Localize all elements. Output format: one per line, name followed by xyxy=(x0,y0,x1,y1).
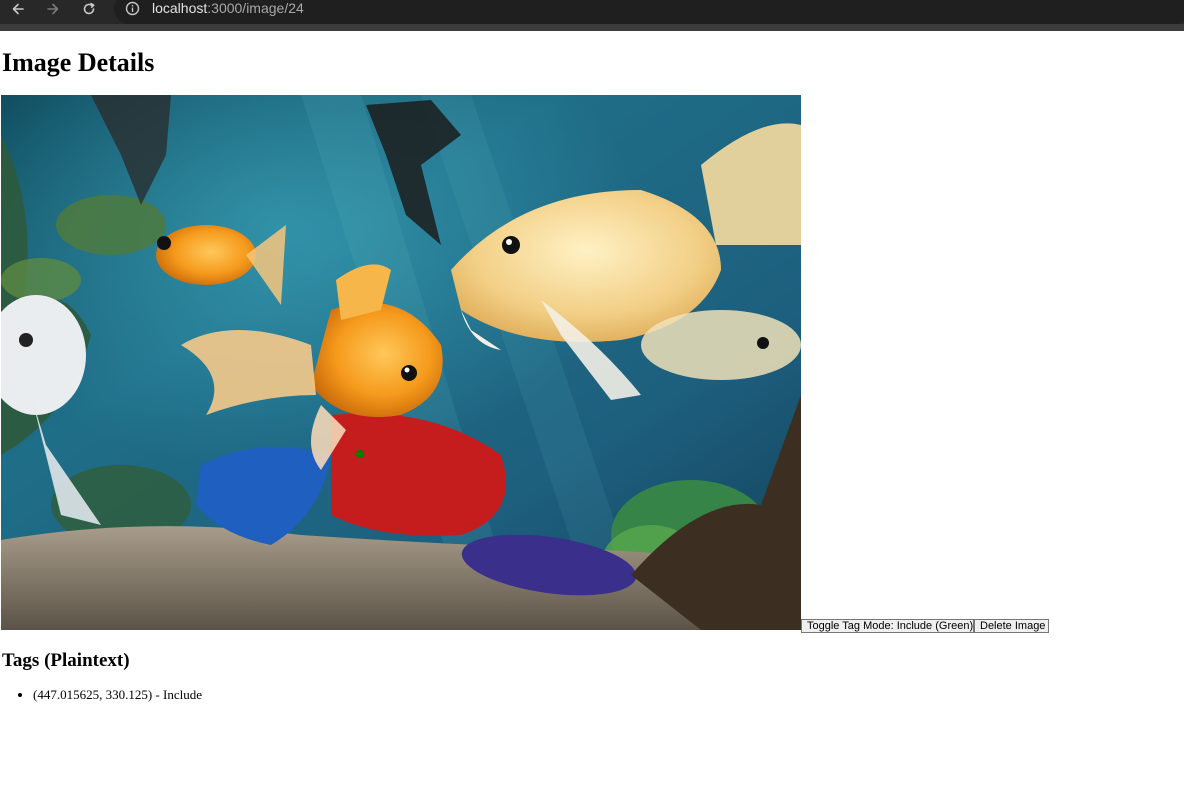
forward-arrow-icon[interactable] xyxy=(41,0,65,18)
image-canvas[interactable] xyxy=(1,95,801,630)
tag-list-item: (447.015625, 330.125) - Include xyxy=(33,686,202,703)
tag-marker[interactable] xyxy=(356,450,364,458)
tags-heading: Tags (Plaintext) xyxy=(2,650,130,671)
url-path: :3000/image/24 xyxy=(207,0,304,16)
url-host: localhost xyxy=(152,0,208,16)
delete-image-button[interactable]: Delete Image xyxy=(974,619,1049,633)
back-arrow-icon[interactable] xyxy=(6,0,30,18)
url-text[interactable]: localhost:3000/image/24 xyxy=(152,0,304,17)
site-info-icon[interactable] xyxy=(124,0,140,16)
aquarium-image xyxy=(1,95,801,630)
page-title: Image Details xyxy=(2,48,155,77)
browser-toolbar: localhost:3000/image/24 xyxy=(0,0,1184,24)
browser-chrome: localhost:3000/image/24 xyxy=(0,0,1184,31)
toggle-tag-mode-button[interactable]: Toggle Tag Mode: Include (Green) xyxy=(801,619,974,633)
tag-list: (447.015625, 330.125) - Include xyxy=(0,686,202,703)
reload-icon[interactable] xyxy=(77,0,101,18)
